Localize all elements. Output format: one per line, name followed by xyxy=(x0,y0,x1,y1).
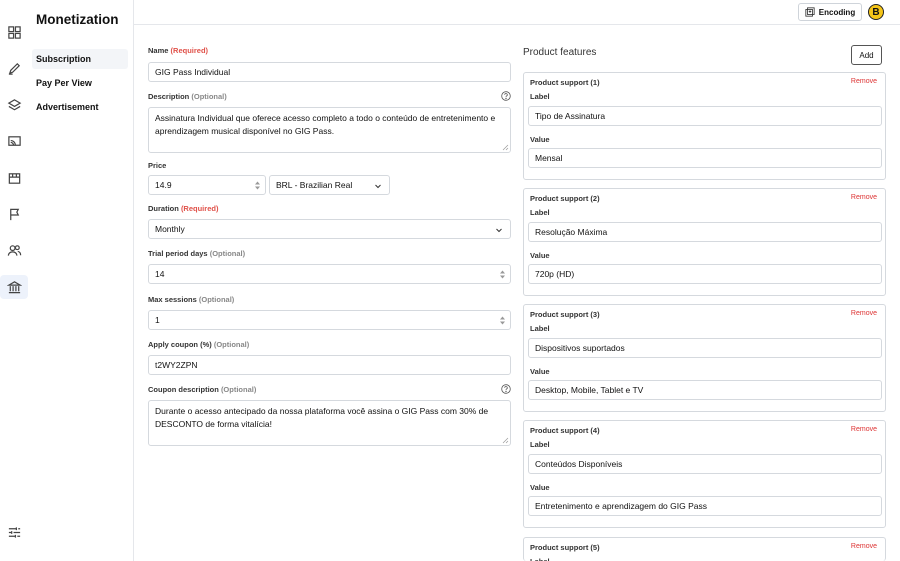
price-value: 14.9 xyxy=(155,180,172,190)
trial-days-value: 14 xyxy=(155,269,165,279)
users-icon[interactable] xyxy=(0,238,28,262)
currency-value: BRL - Brazilian Real xyxy=(276,180,353,190)
section-title: Monetization xyxy=(36,12,119,27)
encoding-button[interactable]: Encoding xyxy=(798,3,862,21)
feature-value-caption: Value xyxy=(530,135,550,144)
flag-icon[interactable] xyxy=(0,202,28,226)
feature-card-title: Product support (4) xyxy=(530,426,600,435)
currency-select[interactable]: BRL - Brazilian Real xyxy=(269,175,390,195)
max-sessions-label: Max sessions (Optional) xyxy=(148,295,235,304)
add-feature-button[interactable]: Add xyxy=(851,45,882,65)
top-bar: Encoding B xyxy=(134,0,900,25)
storefront-icon[interactable] xyxy=(0,166,28,190)
name-label: Name (Required) xyxy=(148,46,209,55)
feature-card-title: Product support (2) xyxy=(530,194,600,203)
feature-value-input[interactable]: Mensal xyxy=(528,148,882,168)
edit-icon[interactable] xyxy=(0,56,28,80)
remove-feature-button[interactable]: Remove xyxy=(851,194,877,201)
cast-icon[interactable] xyxy=(0,129,28,153)
description-textarea[interactable]: Assinatura Individual que oferece acesso… xyxy=(148,107,511,153)
feature-card: Product support (5) Remove Label xyxy=(523,537,886,561)
feature-card: Product support (2) Remove Label Resoluç… xyxy=(523,188,886,296)
feature-value-input[interactable]: 720p (HD) xyxy=(528,264,882,284)
coupon-input[interactable]: t2WY2ZPN xyxy=(148,355,511,375)
feature-card-title: Product support (1) xyxy=(530,78,600,87)
help-icon[interactable] xyxy=(501,384,511,394)
remove-feature-button[interactable]: Remove xyxy=(851,310,877,317)
coupon-label: Apply coupon (%) (Optional) xyxy=(148,340,250,349)
dashboard-icon[interactable] xyxy=(0,20,28,44)
coupon-description-text: Durante o acesso antecipado da nossa pla… xyxy=(155,406,489,429)
price-input[interactable]: 14.9 xyxy=(148,175,266,195)
feature-card-title: Product support (5) xyxy=(530,543,600,552)
feature-card-title: Product support (3) xyxy=(530,310,600,319)
feature-card: Product support (4) Remove Label Conteúd… xyxy=(523,420,886,528)
bank-icon[interactable] xyxy=(0,275,28,299)
sidebar-item-advertisement[interactable]: Advertisement xyxy=(32,97,128,117)
spinner-icon[interactable] xyxy=(499,270,506,279)
remove-feature-button[interactable]: Remove xyxy=(851,78,877,85)
chevron-down-icon xyxy=(496,228,502,233)
feature-value-caption: Value xyxy=(530,251,550,260)
feature-card: Product support (3) Remove Label Disposi… xyxy=(523,304,886,412)
duration-label: Duration (Required) xyxy=(148,204,219,213)
duration-select[interactable]: Monthly xyxy=(148,219,511,239)
trial-days-input[interactable]: 14 xyxy=(148,264,511,284)
icon-rail xyxy=(0,0,28,561)
feature-label-input[interactable]: Resolução Máxima xyxy=(528,222,882,242)
coupon-description-textarea[interactable]: Durante o acesso antecipado da nossa pla… xyxy=(148,400,511,446)
feature-label-input[interactable]: Tipo de Assinatura xyxy=(528,106,882,126)
app-root: Monetization Subscription Pay Per View A… xyxy=(0,0,900,561)
layers-icon[interactable] xyxy=(0,93,28,117)
remove-feature-button[interactable]: Remove xyxy=(851,426,877,433)
trial-label: Trial period days (Optional) xyxy=(148,249,246,258)
sidebar-item-subscription[interactable]: Subscription xyxy=(32,49,128,69)
name-input[interactable]: GIG Pass Individual xyxy=(148,62,511,82)
resize-grip-icon[interactable] xyxy=(502,144,509,151)
resize-grip-icon[interactable] xyxy=(502,437,509,444)
feature-label-input[interactable]: Conteúdos Disponíveis xyxy=(528,454,882,474)
feature-label-caption: Label xyxy=(530,324,550,333)
price-label: Price xyxy=(148,161,167,170)
feature-label-caption: Label xyxy=(530,92,550,101)
feature-card: Product support (1) Remove Label Tipo de… xyxy=(523,72,886,180)
coupon-description-label: Coupon description (Optional) xyxy=(148,385,257,394)
feature-label-caption: Label xyxy=(530,208,550,217)
feature-label-caption: Label xyxy=(530,557,550,561)
brand-avatar[interactable]: B xyxy=(868,4,884,20)
max-sessions-input[interactable]: 1 xyxy=(148,310,511,330)
sidebar-item-pay-per-view[interactable]: Pay Per View xyxy=(32,73,128,93)
product-features-title: Product features xyxy=(523,47,597,58)
section-sidebar: Monetization Subscription Pay Per View A… xyxy=(28,0,134,561)
feature-value-caption: Value xyxy=(530,367,550,376)
remove-feature-button[interactable]: Remove xyxy=(851,543,877,550)
duration-value: Monthly xyxy=(155,224,185,234)
settings-sliders-icon[interactable] xyxy=(0,520,28,544)
spinner-icon[interactable] xyxy=(499,316,506,325)
encoding-label: Encoding xyxy=(818,7,856,17)
feature-value-input[interactable]: Entretenimento e aprendizagem do GIG Pas… xyxy=(528,496,882,516)
max-sessions-value: 1 xyxy=(155,315,160,325)
feature-label-input[interactable]: Dispositivos suportados xyxy=(528,338,882,358)
chevron-down-icon xyxy=(375,184,381,189)
spinner-icon[interactable] xyxy=(254,181,261,190)
feature-label-caption: Label xyxy=(530,440,550,449)
description-label: Description (Optional) xyxy=(148,92,227,101)
feature-value-caption: Value xyxy=(530,483,550,492)
help-icon[interactable] xyxy=(501,91,511,101)
feature-value-input[interactable]: Desktop, Mobile, Tablet e TV xyxy=(528,380,882,400)
description-text: Assinatura Individual que oferece acesso… xyxy=(155,113,496,136)
encoding-icon xyxy=(805,7,815,17)
